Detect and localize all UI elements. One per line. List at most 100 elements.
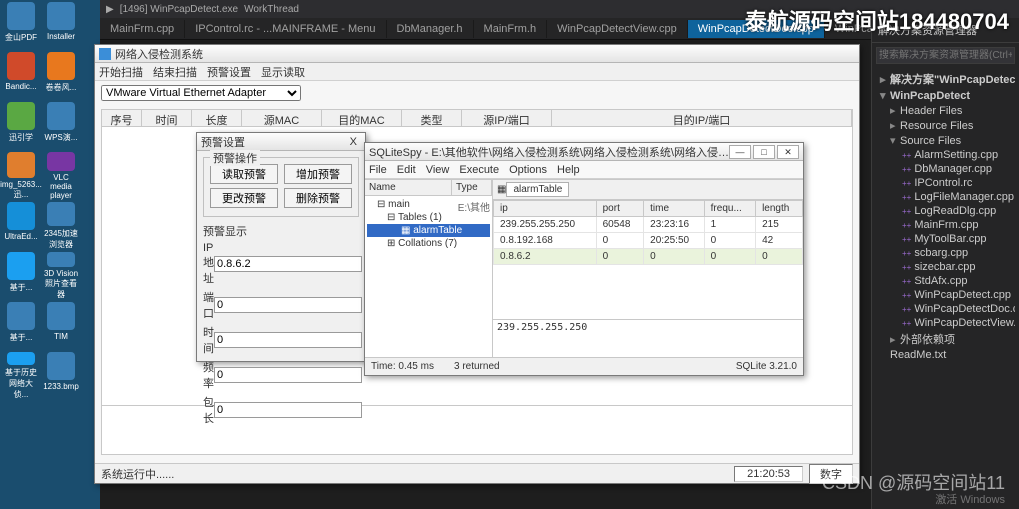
sql-editor[interactable]: 239.255.255.250 (493, 319, 803, 357)
col-type[interactable]: Type (452, 180, 492, 195)
menu-alarm-settings[interactable]: 预警设置 (207, 64, 251, 80)
port-field[interactable] (214, 297, 362, 313)
minimize-button[interactable]: — (729, 145, 751, 159)
menu-help[interactable]: Help (557, 164, 580, 176)
folder-external[interactable]: ▸外部依赖项 (876, 330, 1015, 348)
source-file[interactable]: AlarmSetting.cpp (876, 148, 1015, 162)
result-tabbar: ▦ alarmTable (493, 180, 803, 200)
desktop-icon[interactable]: VLC media player (42, 152, 80, 200)
schema-tree[interactable]: ⊟ main E:\其他 ⊟ Tables (1) ▦ alarmTable ⊞… (365, 196, 492, 357)
desktop-icon[interactable]: img_5263... 迅... (2, 152, 40, 200)
folder-header-files[interactable]: ▸Header Files (876, 103, 1015, 118)
editor-tab[interactable]: MainFrm.h (474, 20, 548, 38)
source-file[interactable]: MainFrm.cpp (876, 218, 1015, 232)
read-alarm-button[interactable]: 读取预警 (210, 164, 278, 184)
desktop-icon[interactable]: 卷卷风... (42, 52, 80, 100)
desktop-icon[interactable]: 基于... (2, 252, 40, 300)
desktop-icon[interactable]: 迅引学 (2, 102, 40, 150)
tree-db-root[interactable]: ⊟ main E:\其他 (367, 198, 490, 211)
source-file[interactable]: LogFileManager.cpp (876, 190, 1015, 204)
titlebar[interactable]: 网络入侵检测系统 (95, 45, 859, 63)
desktop: 金山PDF Installer Bandic... 卷卷风... 迅引学 WPS… (0, 0, 100, 509)
grid-col-length[interactable]: length (756, 201, 803, 217)
source-file[interactable]: StdAfx.cpp (876, 274, 1015, 288)
menu-execute[interactable]: Execute (459, 164, 499, 176)
menu-start-scan[interactable]: 开始扫描 (99, 64, 143, 80)
result-tab[interactable]: alarmTable (506, 182, 569, 197)
solution-search-input[interactable] (876, 47, 1015, 64)
desktop-icon[interactable]: Installer (42, 2, 80, 50)
col-dst-mac[interactable]: 目的MAC (322, 110, 402, 126)
readme-file[interactable]: ReadMe.txt (876, 348, 1015, 362)
freq-field[interactable] (214, 367, 362, 383)
delete-alarm-button[interactable]: 删除预警 (284, 188, 352, 208)
col-name[interactable]: Name (365, 180, 452, 195)
source-file[interactable]: WinPcapDetect.cpp (876, 288, 1015, 302)
maximize-button[interactable]: □ (753, 145, 775, 159)
solution-root[interactable]: ▸解决方案"WinPcapDetect"(1 个项目) (876, 70, 1015, 88)
desktop-icon[interactable]: UltraEd... (2, 202, 40, 250)
source-file[interactable]: scbarg.cpp (876, 246, 1015, 260)
close-button[interactable]: X (346, 136, 361, 148)
menu-stop-scan[interactable]: 结束扫描 (153, 64, 197, 80)
source-file[interactable]: LogReadDlg.cpp (876, 204, 1015, 218)
desktop-icon[interactable]: Bandic... (2, 52, 40, 100)
desktop-icon[interactable]: WPS演... (42, 102, 80, 150)
col-time[interactable]: 时间 (142, 110, 192, 126)
result-grid[interactable]: ip port time frequ... length 239.255.255… (493, 200, 803, 319)
tree-collations[interactable]: ⊞ Collations (7) (367, 237, 490, 250)
grid-col-ip[interactable]: ip (494, 201, 597, 217)
add-alarm-button[interactable]: 增加预警 (284, 164, 352, 184)
menu-show-read[interactable]: 显示读取 (261, 64, 305, 80)
desktop-icon[interactable]: 金山PDF (2, 2, 40, 50)
col-src-mac[interactable]: 源MAC (242, 110, 322, 126)
titlebar[interactable]: SQLiteSpy - E:\其他软件\网络入侵检测系统\网络入侵检测系统\网络… (365, 143, 803, 161)
folder-source-files[interactable]: ▾Source Files (876, 133, 1015, 148)
col-src-ip[interactable]: 源IP/端口 (462, 110, 552, 126)
grid-row[interactable]: 0.8.192.168020:25:50042 (494, 233, 803, 249)
len-field[interactable] (214, 402, 362, 418)
solution-tree[interactable]: ▸解决方案"WinPcapDetect"(1 个项目) ▾WinPcapDete… (872, 68, 1019, 364)
time-field[interactable] (214, 332, 362, 348)
editor-tab[interactable]: DbManager.h (387, 20, 474, 38)
source-file[interactable]: IPControl.rc (876, 176, 1015, 190)
grid-row-selected[interactable]: 0.8.6.20000 (494, 249, 803, 265)
folder-resource-files[interactable]: ▸Resource Files (876, 118, 1015, 133)
grid-col-time[interactable]: time (644, 201, 705, 217)
grid-row[interactable]: 239.255.255.2506054823:23:161215 (494, 217, 803, 233)
source-file[interactable]: WinPcapDetectDoc.cpp (876, 302, 1015, 316)
titlebar[interactable]: 预警设置 X (197, 133, 365, 151)
desktop-icon[interactable]: 2345加速浏览器 (42, 202, 80, 250)
editor-tab[interactable]: IPControl.rc - ...MAINFRAME - Menu (185, 20, 386, 38)
desktop-icon[interactable]: 基于... (2, 302, 40, 350)
grid-col-freq[interactable]: frequ... (704, 201, 755, 217)
update-alarm-button[interactable]: 更改预警 (210, 188, 278, 208)
editor-tab[interactable]: MainFrm.cpp (100, 20, 185, 38)
play-icon[interactable]: ▶ (106, 4, 114, 15)
menu-edit[interactable]: Edit (397, 164, 416, 176)
col-dst-ip[interactable]: 目的IP/端口 (552, 110, 852, 126)
col-length[interactable]: 长度 (192, 110, 242, 126)
source-file[interactable]: DbManager.cpp (876, 162, 1015, 176)
desktop-icon[interactable]: 3D Vision 照片查看器 (42, 252, 80, 300)
tree-table-alarmtable[interactable]: ▦ alarmTable (367, 224, 490, 237)
ip-field[interactable] (214, 256, 362, 272)
close-button[interactable]: ✕ (777, 145, 799, 159)
desktop-icon[interactable]: TIM (42, 302, 80, 350)
source-file[interactable]: sizecbar.cpp (876, 260, 1015, 274)
col-type[interactable]: 类型 (402, 110, 462, 126)
menu-view[interactable]: View (426, 164, 450, 176)
menu-file[interactable]: File (369, 164, 387, 176)
project-node[interactable]: ▾WinPcapDetect (876, 88, 1015, 103)
group-label: 预警操作 (210, 150, 260, 166)
col-index[interactable]: 序号 (102, 110, 142, 126)
editor-tab[interactable]: WinPcapDetectView.cpp (547, 20, 688, 38)
window-title: SQLiteSpy - E:\其他软件\网络入侵检测系统\网络入侵检测系统\网络… (369, 144, 729, 160)
menu-options[interactable]: Options (509, 164, 547, 176)
adapter-select[interactable]: VMware Virtual Ethernet Adapter (101, 85, 301, 101)
desktop-icon[interactable]: 基于历史网络大侦... (2, 352, 40, 400)
source-file[interactable]: WinPcapDetectView.cpp (876, 316, 1015, 330)
desktop-icon[interactable]: 1233.bmp (42, 352, 80, 400)
source-file[interactable]: MyToolBar.cpp (876, 232, 1015, 246)
grid-col-port[interactable]: port (596, 201, 644, 217)
